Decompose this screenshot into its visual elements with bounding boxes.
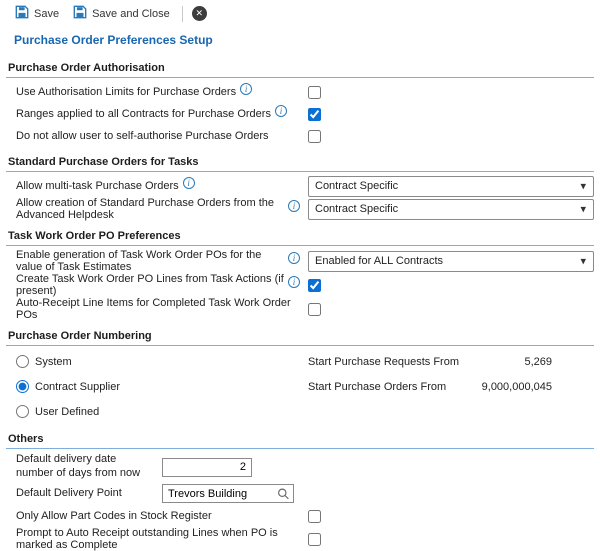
others-row-part-codes: Only Allow Part Codes in Stock Register	[6, 505, 594, 527]
save-and-close-icon	[73, 5, 87, 22]
user-defined-radio-label: User Defined	[35, 406, 99, 418]
self-authorise-label: Do not allow user to self-authorise Purc…	[16, 130, 269, 142]
start-requests-value[interactable]: 5,269	[524, 356, 552, 368]
close-button[interactable]	[188, 4, 211, 23]
save-and-close-button[interactable]: Save and Close	[66, 3, 177, 24]
pref-row-ranges: Ranges applied to all Contracts for Purc…	[6, 103, 594, 125]
auto-receipt-checkbox[interactable]	[308, 303, 321, 316]
numbering-row-contract: Contract Supplier Start Purchase Orders …	[6, 374, 594, 399]
pref-row-std-helpdesk: Allow creation of Standard Purchase Orde…	[6, 197, 594, 221]
start-requests-label: Start Purchase Requests From	[308, 356, 524, 368]
info-icon[interactable]	[183, 177, 195, 189]
estimates-label: Enable generation of Task Work Order POs…	[16, 249, 284, 273]
section-header-task-wo: Task Work Order PO Preferences	[6, 227, 594, 246]
std-helpdesk-select-wrap: Contract Specific	[308, 199, 594, 220]
section-task-wo: Task Work Order PO Preferences Enable ge…	[6, 227, 594, 321]
section-header-standard-po: Standard Purchase Orders for Tasks	[6, 153, 594, 172]
prompt-receipt-label: Prompt to Auto Receipt outstanding Lines…	[16, 527, 300, 551]
delivery-point-label: Default Delivery Point	[16, 487, 162, 501]
section-header-authorisation: Purchase Order Authorisation	[6, 59, 594, 78]
contract-supplier-radio-label: Contract Supplier	[35, 381, 120, 393]
multi-task-select[interactable]: Contract Specific	[308, 176, 594, 197]
save-button[interactable]: Save	[8, 3, 66, 24]
self-authorise-checkbox[interactable]	[308, 130, 321, 143]
auth-limits-label: Use Authorisation Limits for Purchase Or…	[16, 86, 236, 98]
days-input[interactable]	[162, 458, 252, 477]
others-row-prompt-receipt: Prompt to Auto Receipt outstanding Lines…	[6, 527, 594, 551]
pref-row-auto-receipt: Auto-Receipt Line Items for Completed Ta…	[6, 297, 594, 321]
save-button-label: Save	[34, 8, 59, 20]
start-orders-label: Start Purchase Orders From	[308, 381, 482, 393]
numbering-row-system: System Start Purchase Requests From 5,26…	[6, 349, 594, 374]
auth-limits-checkbox[interactable]	[308, 86, 321, 99]
section-header-numbering: Purchase Order Numbering	[6, 327, 594, 346]
close-circle-icon	[192, 6, 207, 21]
numbering-row-user: User Defined	[6, 399, 594, 424]
pref-row-task-actions: Create Task Work Order PO Lines from Tas…	[6, 273, 594, 297]
contract-supplier-radio[interactable]	[16, 380, 29, 393]
info-icon[interactable]	[288, 276, 300, 288]
section-others: Others Default delivery date number of d…	[6, 430, 594, 551]
system-radio-label: System	[35, 356, 72, 368]
pref-row-estimates: Enable generation of Task Work Order POs…	[6, 249, 594, 273]
ranges-label: Ranges applied to all Contracts for Purc…	[16, 108, 271, 120]
ranges-checkbox[interactable]	[308, 108, 321, 121]
toolbar-divider	[182, 6, 183, 22]
info-icon[interactable]	[288, 200, 300, 212]
multi-task-select-wrap: Contract Specific	[308, 176, 594, 197]
info-icon[interactable]	[275, 105, 287, 117]
save-icon	[15, 5, 29, 22]
std-helpdesk-label: Allow creation of Standard Purchase Orde…	[16, 197, 284, 221]
std-helpdesk-select[interactable]: Contract Specific	[308, 199, 594, 220]
toolbar: Save Save and Close	[0, 0, 600, 26]
section-numbering: Purchase Order Numbering System Start Pu…	[6, 327, 594, 424]
task-actions-label: Create Task Work Order PO Lines from Tas…	[16, 273, 284, 297]
days-label: Default delivery date number of days fro…	[16, 453, 162, 481]
info-icon[interactable]	[288, 252, 300, 264]
delivery-point-input[interactable]	[162, 484, 294, 503]
prompt-receipt-checkbox[interactable]	[308, 533, 321, 546]
multi-task-label: Allow multi-task Purchase Orders	[16, 180, 179, 192]
estimates-select[interactable]: Enabled for ALL Contracts	[308, 251, 594, 272]
others-row-days: Default delivery date number of days fro…	[6, 452, 594, 482]
info-icon[interactable]	[240, 83, 252, 95]
estimates-select-wrap: Enabled for ALL Contracts	[308, 251, 594, 272]
pref-row-self-authorise: Do not allow user to self-authorise Purc…	[6, 125, 594, 147]
section-header-others: Others	[6, 430, 594, 449]
section-authorisation: Purchase Order Authorisation Use Authori…	[6, 59, 594, 147]
page-title: Purchase Order Preferences Setup	[0, 26, 600, 53]
pref-row-auth-limits: Use Authorisation Limits for Purchase Or…	[6, 81, 594, 103]
part-codes-checkbox[interactable]	[308, 510, 321, 523]
others-row-delivery-point: Default Delivery Point	[6, 482, 594, 505]
pref-row-multi-task: Allow multi-task Purchase Orders Contrac…	[6, 175, 594, 197]
user-defined-radio[interactable]	[16, 405, 29, 418]
delivery-point-wrap	[162, 484, 294, 503]
auto-receipt-label: Auto-Receipt Line Items for Completed Ta…	[16, 297, 300, 321]
part-codes-label: Only Allow Part Codes in Stock Register	[16, 510, 212, 522]
task-actions-checkbox[interactable]	[308, 279, 321, 292]
save-and-close-button-label: Save and Close	[92, 8, 170, 20]
section-standard-po: Standard Purchase Orders for Tasks Allow…	[6, 153, 594, 221]
system-radio[interactable]	[16, 355, 29, 368]
start-orders-value[interactable]: 9,000,000,045	[482, 381, 552, 393]
search-icon[interactable]	[277, 487, 290, 500]
